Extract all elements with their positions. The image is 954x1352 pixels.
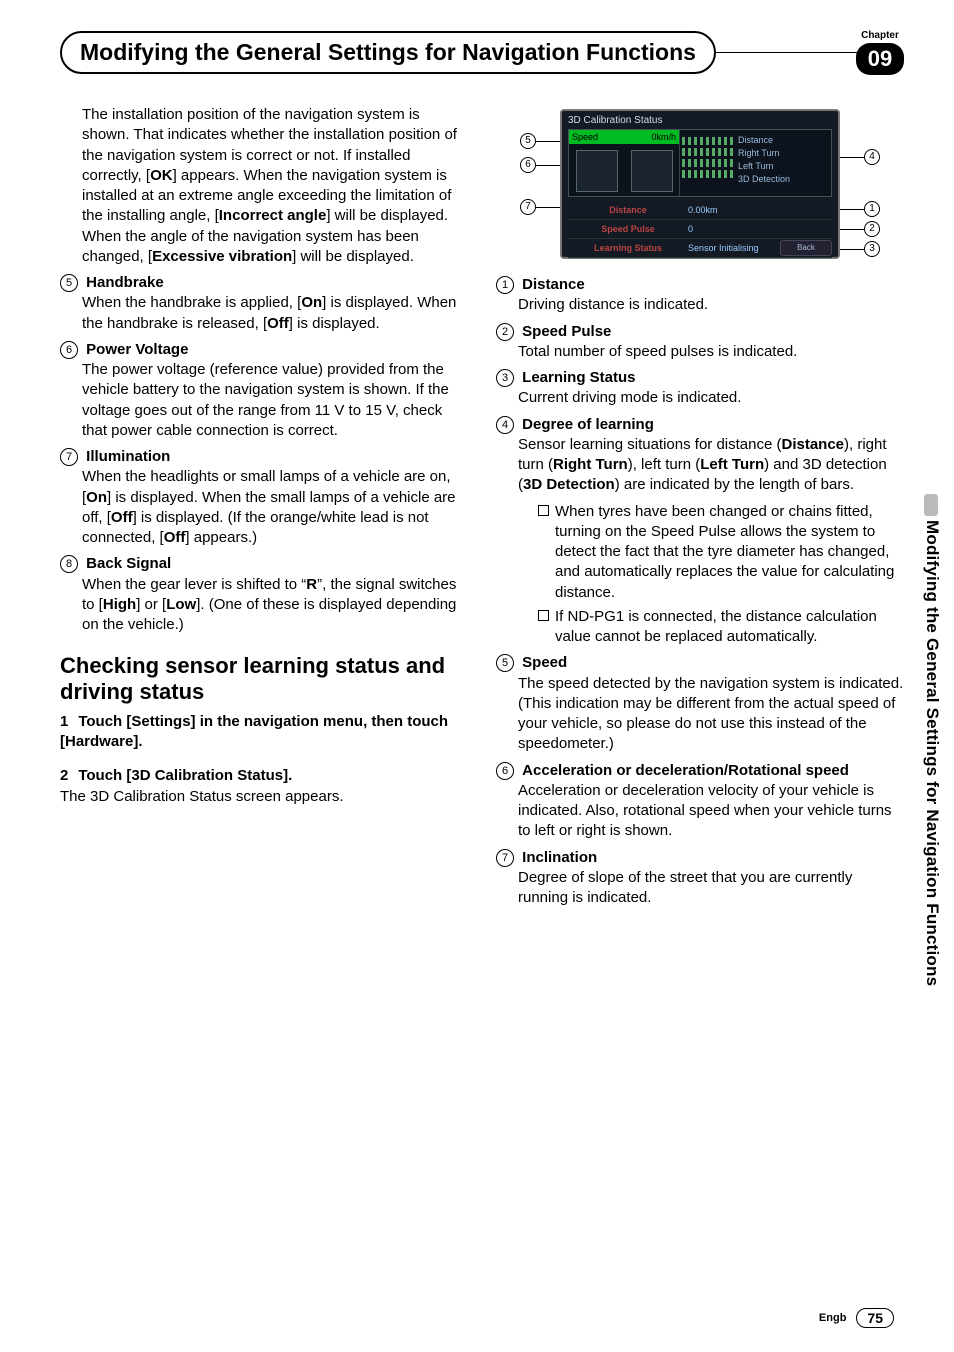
r-item-3-body: Current driving mode is indicated. — [496, 388, 904, 408]
r-item-1-body: Driving distance is indicated. — [496, 295, 904, 315]
circled-5-icon: 5 — [60, 274, 78, 292]
square-bullet-icon — [538, 610, 549, 621]
page-footer: Engb 75 — [819, 1308, 894, 1328]
page-title: Modifying the General Settings for Navig… — [60, 31, 716, 74]
callout-2: 2 — [840, 221, 880, 237]
footer-lang: Engb — [819, 1312, 847, 1324]
square-bullet-icon — [538, 505, 549, 516]
circled-5-icon: 5 — [496, 654, 514, 672]
right-column: 3D Calibration Status Speed0km/h Distanc… — [496, 105, 904, 914]
item-6-head: 6 Power Voltage — [60, 340, 468, 360]
item-5-body: When the handbrake is applied, [On] is d… — [60, 293, 468, 334]
item-7-head: 7 Illumination — [60, 447, 468, 467]
learning-bars — [680, 130, 738, 196]
circled-3-icon: 3 — [496, 369, 514, 387]
r-item-5-body: The speed detected by the navigation sys… — [496, 674, 904, 755]
circled-6-icon: 6 — [60, 341, 78, 359]
r-item-3-head: 3 Learning Status — [496, 368, 904, 388]
screen-rows: Distance0.00km Speed Pulse0 Learning Sta… — [568, 201, 832, 251]
side-tab-marker — [924, 494, 938, 516]
intro-paragraph: The installation position of the navigat… — [60, 105, 468, 267]
calibration-screenshot: 3D Calibration Status Speed0km/h Distanc… — [520, 105, 880, 265]
circled-1-icon: 1 — [496, 276, 514, 294]
circled-7-icon: 7 — [60, 448, 78, 466]
chapter-label: Chapter — [861, 30, 899, 41]
section-heading: Checking sensor learning status and driv… — [60, 653, 468, 704]
screen-title: 3D Calibration Status — [562, 111, 838, 130]
item-5-head: 5 Handbrake — [60, 273, 468, 293]
chapter-indicator: Chapter 09 — [856, 30, 904, 75]
r-item-4-subs: When tyres have been changed or chains f… — [496, 502, 904, 648]
r-item-2-body: Total number of speed pulses is indicate… — [496, 342, 904, 362]
callout-1: 1 — [840, 201, 880, 217]
r-item-6-head: 6 Acceleration or deceleration/Rotationa… — [496, 761, 904, 781]
r-item-6-body: Acceleration or deceleration velocity of… — [496, 781, 904, 842]
item-8-head: 8 Back Signal — [60, 554, 468, 574]
screen-upper-panel: Speed0km/h Distance Right Turn Left Turn… — [568, 129, 832, 197]
r-item-2-head: 2 Speed Pulse — [496, 322, 904, 342]
r-item-1-head: 1 Distance — [496, 275, 904, 295]
gauge-icon — [576, 150, 618, 192]
step-1: 1Touch [Settings] in the navigation menu… — [60, 712, 468, 753]
circled-6-icon: 6 — [496, 762, 514, 780]
callout-5: 5 — [520, 133, 560, 149]
callout-3: 3 — [840, 241, 880, 257]
page: Modifying the General Settings for Navig… — [0, 0, 954, 1352]
header-rule — [714, 52, 858, 53]
r-item-4-head: 4 Degree of learning — [496, 415, 904, 435]
circled-2-icon: 2 — [496, 323, 514, 341]
r-item-5-head: 5 Speed — [496, 653, 904, 673]
page-header: Modifying the General Settings for Navig… — [60, 30, 904, 75]
side-tab: Modifying the General Settings for Navig… — [918, 520, 942, 1020]
callout-6: 6 — [520, 157, 560, 173]
step-2: 2Touch [3D Calibration Status]. — [60, 766, 468, 786]
chapter-number: 09 — [856, 43, 904, 75]
r-item-4-body: Sensor learning situations for distance … — [496, 435, 904, 496]
speed-gauge-panel: Speed0km/h — [569, 130, 680, 196]
step-2-body: The 3D Calibration Status screen appears… — [60, 787, 468, 807]
back-button[interactable]: Back — [780, 240, 832, 256]
circled-4-icon: 4 — [496, 416, 514, 434]
r-item-7-body: Degree of slope of the street that you a… — [496, 868, 904, 909]
circled-8-icon: 8 — [60, 555, 78, 573]
page-number: 75 — [856, 1308, 894, 1328]
device-screen: 3D Calibration Status Speed0km/h Distanc… — [560, 109, 840, 259]
content-columns: The installation position of the navigat… — [60, 105, 904, 914]
item-8-body: When the gear lever is shifted to “R”, t… — [60, 575, 468, 636]
callout-7: 7 — [520, 199, 560, 215]
learning-labels: Distance Right Turn Left Turn 3D Detecti… — [738, 130, 831, 196]
gauge-icon — [631, 150, 673, 192]
circled-7-icon: 7 — [496, 849, 514, 867]
item-6-body: The power voltage (reference value) prov… — [60, 360, 468, 441]
left-column: The installation position of the navigat… — [60, 105, 468, 914]
callout-4: 4 — [840, 149, 880, 165]
item-7-body: When the headlights or small lamps of a … — [60, 467, 468, 548]
r-item-7-head: 7 Inclination — [496, 848, 904, 868]
